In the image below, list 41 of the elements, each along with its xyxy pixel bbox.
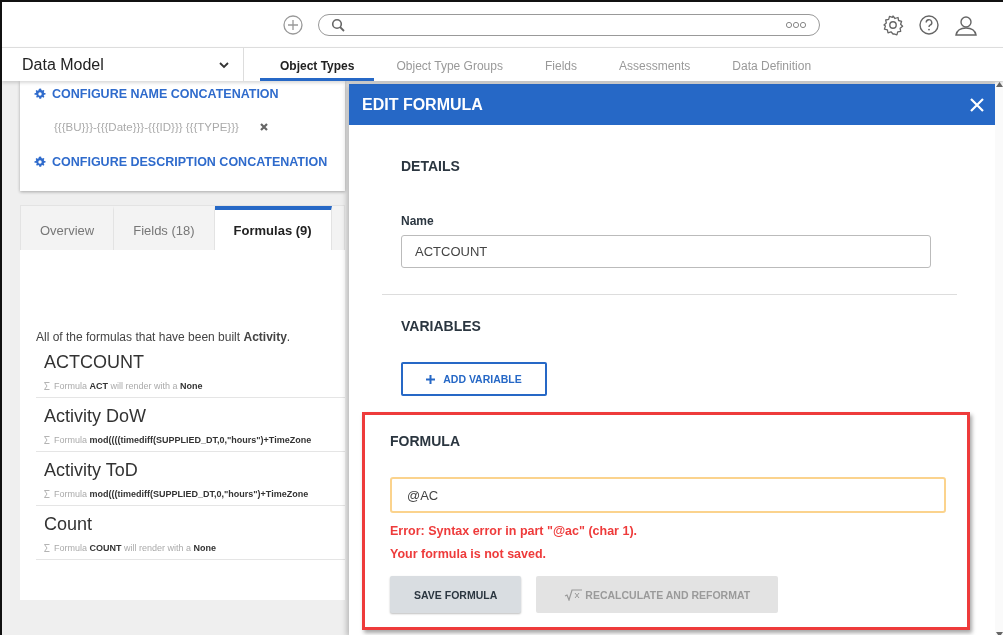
square-root-icon bbox=[564, 588, 583, 601]
field-label: Name bbox=[401, 214, 435, 228]
sigma-icon bbox=[44, 490, 50, 498]
configure-name-link[interactable]: CONFIGURE NAME CONCATENATION bbox=[34, 87, 279, 101]
name-field[interactable]: ACTCOUNT bbox=[401, 235, 931, 268]
help-icon[interactable] bbox=[918, 13, 940, 36]
formula-field[interactable]: @AC bbox=[390, 477, 946, 513]
settings-icon[interactable] bbox=[882, 13, 904, 36]
sigma-icon bbox=[44, 544, 50, 552]
formula-name[interactable]: ACTCOUNT bbox=[44, 352, 345, 373]
sigma-icon bbox=[44, 382, 50, 390]
configure-description-link[interactable]: CONFIGURE DESCRIPTION CONCATENATION bbox=[34, 155, 328, 169]
gear-icon bbox=[34, 88, 46, 100]
module-dropdown[interactable]: Data Model bbox=[2, 48, 242, 81]
formula-description: Formula mod((((timediff(SUPPLIED_DT,0,"hours")+TimeZone bbox=[54, 435, 312, 445]
detail-tab[interactable]: Formulas (9) bbox=[214, 206, 332, 250]
error-message: Your formula is not saved. bbox=[390, 547, 548, 561]
formula-description: Formula COUNT will render with a None bbox=[54, 543, 217, 553]
chevron-icon bbox=[218, 60, 230, 69]
close-icon[interactable] bbox=[258, 122, 269, 132]
formula-name[interactable]: Count bbox=[44, 514, 345, 535]
options-icon[interactable] bbox=[785, 20, 807, 29]
section-heading: FORMULA bbox=[390, 433, 461, 449]
formula-description: Formula ACT will render with a None bbox=[54, 381, 203, 391]
intro-text: All of the formulas that have been built Activity. bbox=[36, 330, 292, 344]
section-heading: DETAILS bbox=[401, 158, 461, 174]
name-pattern: {{{BU}}}-{{{Date}}}-{{{ID}}} {{{TYPE}}} bbox=[54, 121, 239, 133]
search-icon bbox=[331, 17, 345, 32]
save-formula-button[interactable]: SAVE FORMULA bbox=[390, 576, 522, 613]
plus-icon bbox=[426, 374, 436, 384]
add-variable-button[interactable]: ADD VARIABLE bbox=[401, 362, 547, 396]
modal-title: EDIT FORMULA bbox=[362, 95, 483, 114]
section-heading: VARIABLES bbox=[401, 318, 482, 334]
formula-name[interactable]: Activity DoW bbox=[44, 406, 345, 427]
formula-description: Formula mod(((timediff(SUPPLIED_DT,0,"hours")+TimeZone bbox=[54, 489, 309, 499]
formula-name[interactable]: Activity ToD bbox=[44, 460, 345, 481]
sigma-icon bbox=[44, 436, 50, 444]
error-message: Error: Syntax error in part "@ac" (char 1). bbox=[390, 524, 639, 538]
user-icon[interactable] bbox=[954, 13, 978, 36]
add-icon[interactable] bbox=[282, 13, 304, 36]
gear-icon bbox=[34, 156, 46, 168]
